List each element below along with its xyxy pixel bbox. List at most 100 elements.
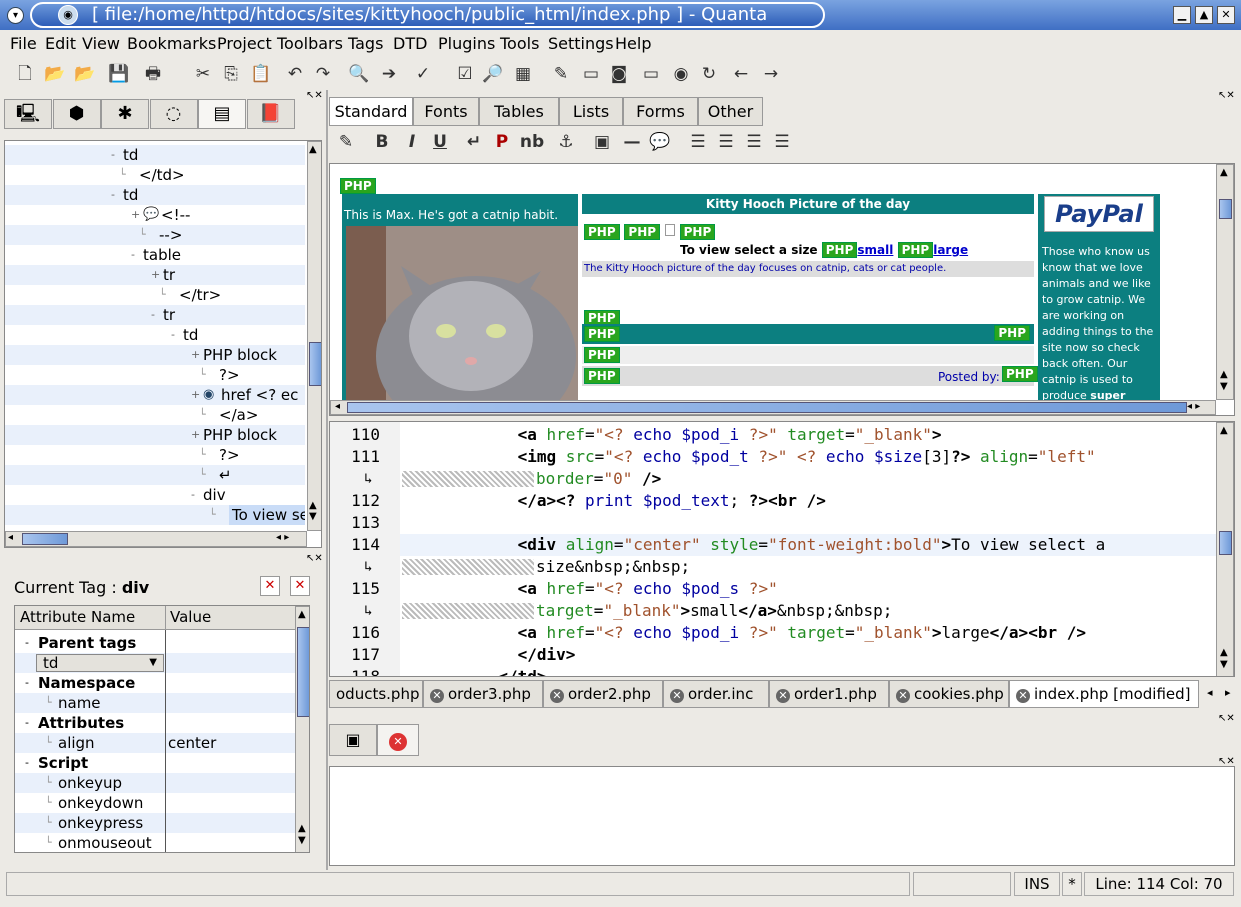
paste-icon[interactable]: 📋 [248,61,274,87]
expand-icon[interactable]: + [131,205,140,225]
file-tab[interactable]: ✕ order3.php [423,680,543,708]
left-tab-document-icon[interactable]: ✱ [101,99,149,129]
view-icon[interactable]: ◙ [606,61,632,87]
file-tab[interactable]: ✕ index.php [modified] [1009,680,1199,708]
hr-icon[interactable]: — [619,129,645,155]
menu-file[interactable]: File [10,34,37,53]
minimize-button[interactable]: ▁ [1173,6,1191,24]
tree-node[interactable]: └ </a> [5,405,305,425]
collapse-icon[interactable]: - [25,753,29,773]
tree-vscroll[interactable]: ▲ ▲ ▼ [307,141,321,531]
align-left-icon[interactable]: ☰ [685,129,711,155]
dock-icon[interactable]: ↖✕ [1218,713,1235,724]
file-tab[interactable]: ✕ cookies.php [889,680,1009,708]
chevron-down-icon[interactable]: ▼ [149,655,157,671]
collapse-icon[interactable]: - [25,713,29,733]
menu-project[interactable]: Project [217,34,272,53]
close-tab-icon[interactable]: ✕ [550,689,564,703]
code-line[interactable]: border="0" /> [536,468,1234,490]
expand-icon[interactable]: + [191,425,200,445]
menu-view[interactable]: View [82,34,120,53]
close-button[interactable]: ✕ [1217,6,1235,24]
dock-icon[interactable]: ↖✕ [1218,90,1235,101]
back-icon[interactable]: ← [728,61,754,87]
format-b-button[interactable]: B [369,129,395,155]
attr-row[interactable]: └ onkeyup [15,773,295,793]
code-line[interactable]: </td> [402,666,1234,676]
left-tab-structure-icon[interactable]: ▤ [198,99,246,129]
page2-icon[interactable]: ▭ [638,61,664,87]
code-line[interactable]: </div> [402,644,1234,666]
collapse-icon[interactable]: - [191,485,195,505]
code-line[interactable]: <a href="<? echo $pod_i ?>" target="_bla… [402,424,1234,446]
menu-tags[interactable]: Tags [348,34,383,53]
menu-edit[interactable]: Edit [45,34,76,53]
undo-icon[interactable]: ↶ [282,61,308,87]
file-tab[interactable]: oducts.php [329,680,423,708]
code-line[interactable]: </a><? print $pod_text; ?><br /> [402,490,1234,512]
attr-vscroll[interactable]: ▲ ▲ ▼ [295,606,309,852]
attr-row[interactable]: - Parent tags [15,633,295,653]
problems-icon[interactable]: ✕ [377,724,419,756]
small-link[interactable]: small [857,243,893,257]
large-link[interactable]: large [933,243,968,257]
expand-icon[interactable]: + [191,385,200,405]
tree-node[interactable]: + PHP block [5,425,305,445]
tree-node[interactable]: └ </td> [5,165,305,185]
preview-icon[interactable]: 🔎 [480,61,506,87]
attr-row[interactable]: td ▼ [15,653,295,673]
find-icon[interactable]: 🔍 [346,61,372,87]
attr-row[interactable]: └ onkeypress [15,813,295,833]
code-line[interactable]: target="_blank">small</a>&nbsp;&nbsp; [536,600,1234,622]
menu-toolbars[interactable]: Toolbars [277,34,343,53]
collapse-icon[interactable]: - [171,325,175,345]
attr-row[interactable]: - Namespace [15,673,295,693]
tab-forms[interactable]: Forms [623,97,698,126]
tree-node[interactable]: + PHP block [5,345,305,365]
tree-node[interactable]: └ ↵ [5,465,305,485]
cut-icon[interactable]: ✂ [190,61,216,87]
attr-row[interactable]: - Attributes [15,713,295,733]
open-icon[interactable]: 📂 [42,61,68,87]
tree-node[interactable]: └ --> [5,225,305,245]
image-icon[interactable]: ▣ [589,129,615,155]
tree-node[interactable]: └ ?> [5,365,305,385]
attr-row[interactable]: └ name [15,693,295,713]
code-line[interactable]: size&nbsp;&nbsp; [536,556,1234,578]
menu-bookmarks[interactable]: Bookmarks [127,34,216,53]
expand-icon[interactable]: + [151,265,160,285]
code-line[interactable]: <img src="<? echo $pod_t ?>" <? echo $si… [402,446,1234,468]
attr-row[interactable]: └ onkeydown [15,793,295,813]
menu-help[interactable]: Help [615,34,651,53]
tab-lists[interactable]: Lists [559,97,623,126]
scroll-up-icon[interactable]: ▲ [309,144,317,155]
maximize-button[interactable]: ▲ [1195,6,1213,24]
tree-node[interactable]: - tr [5,305,305,325]
tab-fonts[interactable]: Fonts [413,97,479,126]
menu-tools[interactable]: Tools [500,34,539,53]
left-tab-book-icon[interactable]: 📕 [246,99,295,129]
dock-icon[interactable]: ↖✕ [306,553,323,564]
comment-icon[interactable]: 💬 [647,129,673,155]
tab-scroll-right-icon[interactable]: ▸ [1225,686,1231,699]
code-editor[interactable]: 110 <a href="<? echo $pod_i ?>" target="… [329,421,1235,677]
format-i-button[interactable]: I [399,129,425,155]
close-tab-icon[interactable]: ✕ [1016,689,1030,703]
tree-node[interactable]: - div [5,485,305,505]
attr-row[interactable]: - Script [15,753,295,773]
open-recent-icon[interactable]: 📂 [72,61,98,87]
code-line[interactable] [402,512,1234,534]
new-file-icon[interactable]: 🗋 [12,61,38,87]
format-br-button[interactable]: ↵ [461,129,487,155]
tree-node[interactable]: └ ?> [5,445,305,465]
close-tab-icon[interactable]: ✕ [776,689,790,703]
messages-icon[interactable]: ▣ [329,724,377,756]
tab-scroll-left-icon[interactable]: ◂ [1207,686,1213,699]
close-tab-icon[interactable]: ✕ [896,689,910,703]
left-tab-computer-icon[interactable]: 🖳 [4,99,52,129]
attr-row[interactable]: └ align center [15,733,295,753]
code-line[interactable]: <div align="center" style="font-weight:b… [402,534,1234,556]
edit-icon[interactable]: ✎ [548,61,574,87]
redo-icon[interactable]: ↷ [310,61,336,87]
eye-icon[interactable]: ◉ [668,61,694,87]
